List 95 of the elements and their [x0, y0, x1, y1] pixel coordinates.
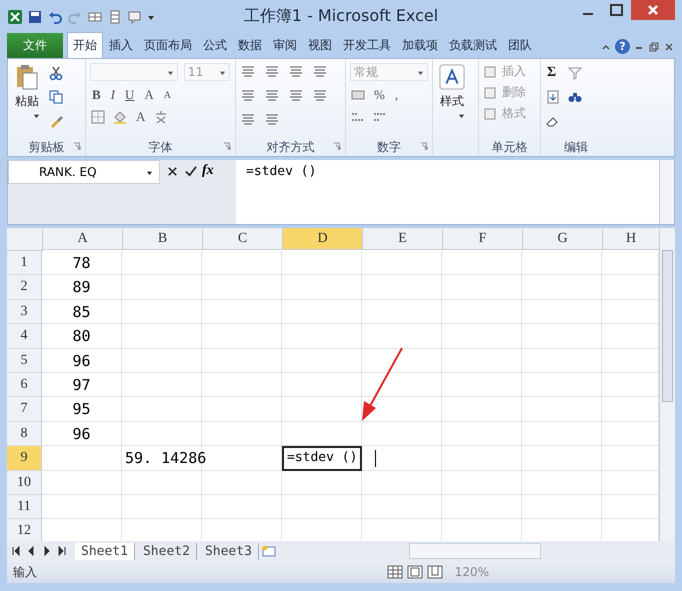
group-label: 编辑	[564, 138, 588, 156]
styles-button[interactable]: 样式	[437, 63, 467, 119]
table-cell: 97	[42, 372, 122, 398]
row-header[interactable]: 4	[7, 324, 42, 349]
row-header[interactable]: 1	[7, 251, 42, 276]
italic-button[interactable]: I	[108, 87, 118, 103]
dialog-launcher-icon[interactable]	[73, 142, 82, 151]
row-header[interactable]: 3	[7, 300, 42, 324]
ribbon-tab[interactable]: 团队	[503, 33, 537, 58]
table-cell: 96	[42, 348, 122, 373]
row-header[interactable]: 8	[7, 422, 42, 446]
group-label: 单元格	[492, 138, 528, 156]
caret-icon	[458, 112, 465, 119]
comma-button[interactable]: ,	[392, 87, 400, 103]
copy-icon[interactable]	[48, 89, 64, 105]
ribbon-tab[interactable]: 插入	[104, 33, 138, 58]
grow-font-button[interactable]: A	[142, 87, 156, 103]
restore-icon[interactable]	[648, 40, 660, 52]
column-header[interactable]: G	[523, 228, 603, 250]
row-header[interactable]: 11	[7, 494, 42, 520]
page-layout-icon[interactable]	[406, 565, 423, 579]
percent-button[interactable]: %	[372, 87, 387, 103]
font-color-button[interactable]: A	[134, 109, 148, 125]
excel-logo-icon	[7, 8, 23, 24]
group-label: 剪贴板	[28, 138, 64, 156]
comment-icon[interactable]	[127, 8, 143, 24]
dialog-launcher-icon[interactable]	[420, 142, 429, 151]
close-icon[interactable]	[663, 40, 675, 52]
status-mode: 输入	[13, 564, 37, 580]
column-header[interactable]: B	[123, 228, 203, 250]
fill-down-icon[interactable]	[545, 89, 561, 105]
borders-icon[interactable]	[90, 109, 106, 125]
close-icon[interactable]	[631, 0, 675, 20]
ribbon-tab[interactable]: 视图	[303, 33, 337, 58]
column-header[interactable]: C	[203, 228, 283, 250]
table-cell: 78	[42, 251, 122, 276]
group-label: 字体	[148, 138, 172, 156]
save-icon[interactable]	[27, 8, 43, 24]
shrink-font-button[interactable]: A	[162, 90, 174, 100]
dialog-launcher-icon[interactable]	[333, 142, 342, 151]
font-name-field[interactable]	[90, 63, 178, 81]
caret-icon	[33, 112, 40, 119]
help-button[interactable]: ?	[615, 39, 630, 54]
row-header[interactable]: 7	[7, 397, 42, 422]
sheet-tab[interactable]: Sheet2	[136, 542, 197, 560]
text-cursor	[375, 450, 376, 468]
row-header[interactable]: 10	[7, 470, 42, 495]
column-header[interactable]: F	[443, 228, 523, 250]
table-cell: 85	[42, 300, 122, 324]
vertical-scrollbar[interactable]	[659, 228, 675, 541]
sheet-navigation-icon[interactable]	[11, 545, 67, 557]
autosum-button[interactable]: Σ	[545, 65, 561, 81]
ribbon-tab[interactable]: 公式	[198, 33, 232, 58]
ribbon-tab[interactable]: 开始	[67, 32, 103, 58]
column-header[interactable]: A	[43, 228, 123, 250]
dialog-launcher-icon[interactable]	[223, 142, 232, 151]
file-tab[interactable]: 文件	[7, 33, 63, 58]
table-cell: 96	[42, 422, 122, 446]
group-label: 数字	[377, 138, 401, 156]
fill-bucket-icon[interactable]	[112, 109, 128, 125]
row-header[interactable]: 12	[7, 519, 42, 541]
caret-icon	[167, 68, 174, 76]
page-break-icon[interactable]	[426, 565, 443, 579]
ribbon-tab[interactable]: 页面布局	[139, 33, 197, 58]
caret-icon	[219, 68, 226, 76]
clipboard-icon	[14, 63, 40, 91]
table-cell: 95	[42, 397, 122, 422]
group-label: 对齐方式	[266, 138, 314, 156]
window-title: 工作簿1 - Microsoft Excel	[244, 6, 438, 27]
new-sheet-icon[interactable]	[260, 544, 277, 558]
ribbon-tab[interactable]: 负载测试	[444, 33, 502, 58]
sheet-tab[interactable]: Sheet3	[198, 542, 259, 560]
letter-style-icon	[439, 63, 465, 91]
ribbon-tab[interactable]: 开发工具	[338, 33, 396, 58]
ribbon-tab[interactable]: 数据	[233, 33, 267, 58]
caret-icon	[417, 68, 424, 76]
row-header[interactable]: 2	[7, 275, 42, 300]
row-header[interactable]: 5	[7, 348, 42, 373]
column-header[interactable]: D	[283, 228, 363, 250]
table-cell: 80	[42, 324, 122, 349]
bold-button[interactable]: B	[90, 87, 103, 103]
column-header[interactable]: E	[363, 228, 443, 250]
paste-button[interactable]: 粘贴	[12, 63, 42, 129]
ribbon-tab[interactable]: 审阅	[268, 33, 302, 58]
table-cell: 89	[42, 275, 122, 300]
horizontal-scrollbar[interactable]	[408, 543, 541, 559]
sheet-tab[interactable]: Sheet1	[75, 542, 135, 560]
sort-filter-icon[interactable]	[567, 65, 583, 81]
scissors-icon[interactable]	[48, 65, 64, 81]
row-header[interactable]: 6	[7, 372, 42, 398]
underline-button[interactable]: U	[123, 87, 136, 103]
row-header[interactable]: 9	[7, 446, 42, 471]
normal-view-icon[interactable]	[386, 565, 403, 579]
column-header[interactable]: H	[603, 228, 659, 250]
ribbon-tab[interactable]: 加载项	[397, 33, 443, 58]
